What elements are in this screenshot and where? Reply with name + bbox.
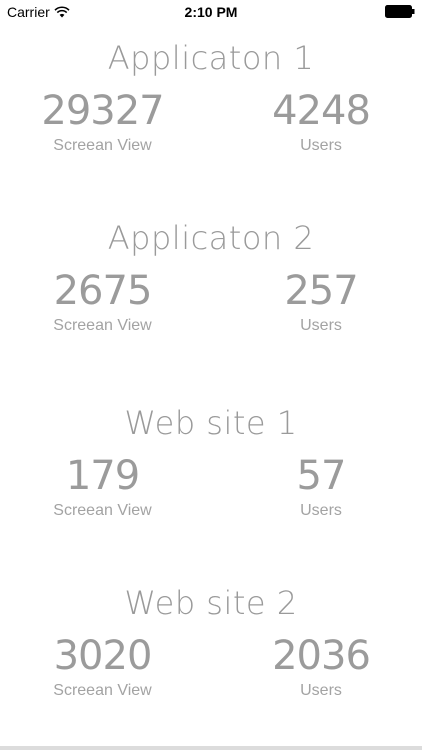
users-label: Users (300, 317, 342, 334)
screen-view-stat: 29327 Screean View (30, 88, 175, 156)
screen-view-value: 29327 (41, 88, 164, 134)
section-title: Web site 1 (124, 404, 298, 442)
battery-icon (385, 5, 415, 18)
users-value: 257 (284, 268, 358, 314)
users-label: Users (300, 682, 342, 699)
section-title: Applicaton 1 (107, 39, 315, 77)
users-value: 2036 (272, 633, 371, 679)
section-title: Web site 2 (124, 584, 298, 622)
users-value: 57 (296, 453, 347, 499)
section-application-1: Applicaton 1 29327 Screean View 4248 Use… (0, 38, 422, 178)
screen-view-value: 2675 (53, 268, 153, 314)
status-bar: Carrier 2:10 PM (0, 0, 422, 24)
screen-view-stat: 3020 Screean View (30, 633, 175, 701)
section-web-site-2: Web site 2 3020 Screean View 2036 Users (0, 583, 422, 723)
screen-view-value: 3020 (53, 633, 153, 679)
users-label: Users (300, 502, 342, 519)
screen-view-label: Screean View (53, 682, 152, 699)
section-title: Applicaton 2 (107, 219, 315, 257)
users-label: Users (300, 137, 342, 154)
screen-view-value: 179 (65, 453, 140, 499)
screen-view-label: Screean View (53, 137, 152, 154)
screen-view-label: Screean View (53, 317, 152, 334)
section-web-site-1: Web site 1 179 Screean View 57 Users (0, 403, 422, 543)
section-application-2: Applicaton 2 2675 Screean View 257 Users (0, 218, 422, 358)
status-time: 2:10 PM (184, 4, 238, 20)
screen-view-stat: 2675 Screean View (30, 268, 175, 336)
screen-view-label: Screean View (53, 502, 152, 519)
bottom-divider (0, 746, 422, 750)
screen-view-stat: 179 Screean View (30, 453, 175, 521)
users-stat: 4248 Users (246, 88, 396, 156)
users-stat: 2036 Users (246, 633, 396, 701)
users-value: 4248 (272, 88, 371, 134)
users-stat: 257 Users (246, 268, 396, 336)
users-stat: 57 Users (246, 453, 396, 521)
